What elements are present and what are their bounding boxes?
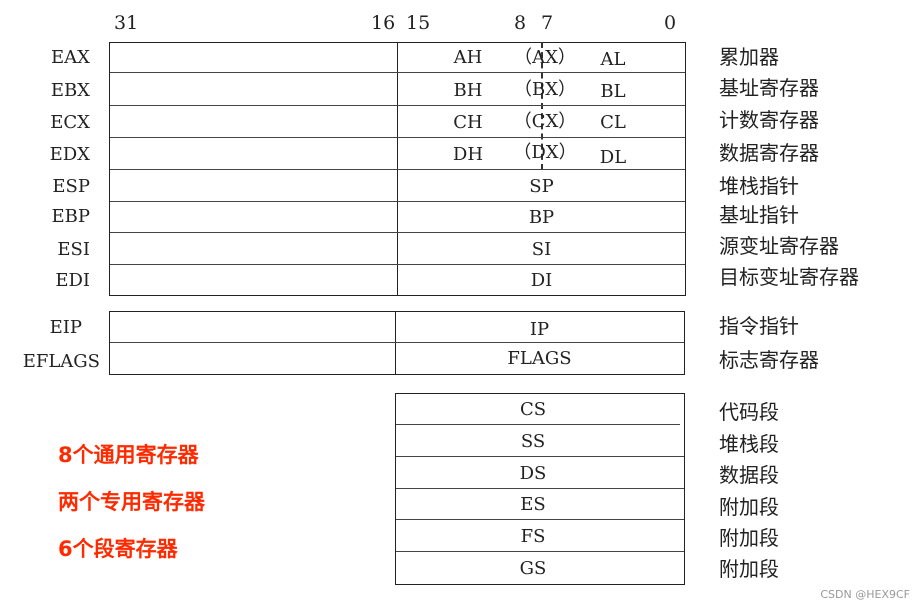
- segment-register-es: ES: [520, 494, 546, 515]
- bit-7-label: 7: [541, 12, 554, 34]
- register-high-byte: BH: [453, 80, 483, 101]
- register-name: EFLAGS: [22, 351, 100, 372]
- register-name: EBX: [50, 80, 90, 101]
- register-word: （DX）: [513, 142, 577, 163]
- segment-description: 附加段: [719, 526, 779, 550]
- segment-description: 附加段: [719, 557, 779, 581]
- register-low-byte: BL: [600, 81, 626, 102]
- segment-register-ds: DS: [519, 463, 547, 484]
- register-high-byte: DH: [452, 144, 484, 165]
- register-name: ESP: [52, 176, 90, 197]
- register-description: 堆栈指针: [719, 174, 799, 198]
- register-word: SI: [531, 239, 552, 260]
- register-word: BP: [528, 207, 555, 228]
- register-word: SP: [529, 176, 554, 197]
- register-word: DI: [530, 270, 553, 291]
- segment-description: 堆栈段: [719, 432, 779, 456]
- register-low-byte: CL: [600, 112, 626, 133]
- register-description: 源变址寄存器: [719, 234, 839, 258]
- register-word: （AX）: [514, 47, 576, 68]
- register-word: （BX）: [513, 79, 577, 100]
- register-name: EDI: [55, 270, 90, 291]
- register-description: 标志寄存器: [719, 348, 819, 372]
- register-name: ECX: [50, 112, 90, 133]
- segment-register-fs: FS: [520, 526, 546, 547]
- note-special-registers: 两个专用寄存器: [58, 490, 205, 514]
- bit-31-label: 31: [114, 12, 139, 34]
- register-low-byte: DL: [599, 147, 627, 168]
- register-word: FLAGS: [507, 348, 572, 369]
- note-segment-registers: 6个段寄存器: [58, 537, 178, 561]
- register-high-byte: CH: [453, 112, 483, 133]
- register-description: 基址指针: [719, 203, 799, 227]
- register-word: IP: [529, 319, 550, 340]
- register-name: EAX: [51, 47, 90, 68]
- register-name: EBP: [51, 206, 90, 227]
- bit-15-label: 15: [406, 12, 431, 34]
- segment-description: 数据段: [719, 463, 779, 487]
- register-description: 目标变址寄存器: [719, 265, 859, 289]
- segment-register-cs: CS: [519, 399, 547, 420]
- register-high-byte: AH: [453, 47, 483, 68]
- register-description: 计数寄存器: [719, 108, 819, 132]
- register-description: 基址寄存器: [719, 76, 819, 100]
- register-low-byte: AL: [600, 49, 626, 70]
- segment-description: 附加段: [719, 495, 779, 519]
- watermark: CSDN @HEX9CF: [820, 588, 910, 601]
- bit-16-label: 16: [371, 12, 396, 34]
- segment-description: 代码段: [719, 400, 779, 424]
- register-name: EDX: [49, 144, 90, 165]
- register-word: （CX）: [513, 111, 577, 132]
- register-name: EIP: [49, 317, 82, 338]
- register-description: 数据寄存器: [719, 141, 819, 165]
- segment-register-ss: SS: [520, 431, 546, 452]
- register-description: 累加器: [719, 45, 779, 69]
- register-name: ESI: [57, 239, 90, 260]
- bit-8-label: 8: [514, 12, 527, 34]
- segment-register-gs: GS: [519, 558, 547, 579]
- bit-0-label: 0: [664, 12, 677, 34]
- register-description: 指令指针: [719, 314, 799, 338]
- note-general-registers: 8个通用寄存器: [58, 443, 199, 467]
